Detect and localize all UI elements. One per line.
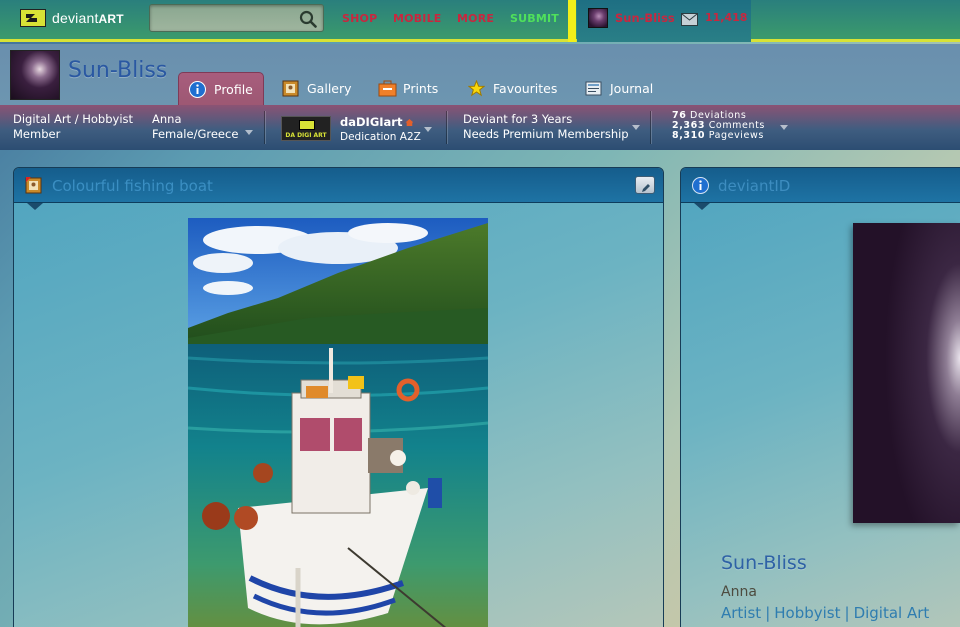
star-icon: [467, 79, 486, 97]
panel-title[interactable]: Colourful fishing boat: [52, 177, 213, 195]
pencil-icon: [640, 179, 651, 198]
panel-header: Colourful fishing boat: [14, 168, 663, 203]
tab-profile[interactable]: Profile: [178, 72, 264, 105]
panel-header: deviantID: [681, 168, 960, 203]
real-name: Anna: [152, 112, 182, 126]
user-name-link[interactable]: Sun-Bliss: [615, 11, 675, 25]
search-icon[interactable]: [299, 10, 317, 32]
deviant-for: Deviant for 3 Years: [463, 112, 573, 126]
tab-favourites[interactable]: Favourites: [458, 72, 567, 105]
personal-info[interactable]: Anna Female/Greece: [152, 112, 238, 142]
tab-label: Prints: [403, 81, 439, 96]
gallery-icon: [282, 80, 299, 97]
nav-shop-link[interactable]: SHOP: [342, 12, 377, 25]
user-mini-avatar[interactable]: [588, 8, 608, 28]
mail-icon[interactable]: [681, 11, 698, 30]
group-name[interactable]: daDIGIart: [340, 115, 402, 129]
topbar-divider: [568, 0, 576, 42]
nav-submit-link[interactable]: SUBMIT: [510, 12, 559, 25]
search-input[interactable]: [150, 5, 295, 31]
search-box: [149, 4, 324, 32]
tag-separator: |: [765, 604, 771, 622]
membership-type: Digital Art / Hobbyist: [13, 112, 134, 126]
panel-pointer: [27, 203, 43, 210]
deviantid-tags: Artist | Hobbyist | Digital Art: [721, 604, 929, 622]
stat-label: Pageviews: [708, 130, 764, 141]
prints-icon: [378, 80, 397, 97]
tab-gallery[interactable]: Gallery: [272, 72, 362, 105]
deviantid-real-name: Anna: [721, 584, 757, 600]
chevron-down-icon[interactable]: [245, 130, 253, 135]
deviation-icon: [25, 176, 43, 198]
tag-separator: |: [844, 604, 850, 622]
profile-info-bar: Digital Art / Hobbyist Member Anna Femal…: [0, 105, 960, 150]
premium-note: Needs Premium Membership: [463, 127, 629, 141]
stat-pageviews: 8,310 Pageviews: [672, 131, 765, 141]
membership-label: Member: [13, 127, 61, 141]
deviant-age-info: Deviant for 3 Years Needs Premium Member…: [463, 112, 629, 142]
user-menu[interactable]: Sun-Bliss 11,418: [577, 0, 751, 42]
journal-icon: [585, 80, 602, 97]
chevron-down-icon[interactable]: [780, 125, 788, 130]
logo-text-suffix: ART: [98, 12, 124, 26]
deviantid-image[interactable]: [853, 223, 960, 523]
message-count[interactable]: 11,418: [705, 11, 747, 24]
logo-text-prefix: deviant: [52, 10, 99, 26]
profile-username[interactable]: Sun-Bliss: [68, 58, 167, 83]
tab-label: Favourites: [493, 81, 558, 96]
group-logo-icon: [299, 120, 315, 130]
info-icon: [189, 80, 206, 98]
profile-avatar[interactable]: [10, 50, 60, 100]
edit-button[interactable]: [635, 176, 655, 194]
info-divider: [446, 111, 447, 144]
info-icon: [692, 177, 709, 198]
stat-value: 8,310: [672, 130, 706, 141]
deviation-image[interactable]: [188, 218, 488, 627]
profile-stats[interactable]: 76 Deviations 2,363 Comments 8,310 Pagev…: [672, 111, 765, 141]
group-info[interactable]: daDIGIart Dedication A2Z: [340, 115, 421, 145]
tab-label: Gallery: [307, 81, 352, 96]
group-badge[interactable]: DA DIGI ART: [281, 116, 331, 141]
group-badge-text: DA DIGI ART: [285, 132, 327, 139]
gender-location: Female/Greece: [152, 127, 239, 141]
info-divider: [264, 111, 265, 144]
panel-title[interactable]: deviantID: [718, 177, 790, 195]
info-divider: [650, 111, 651, 144]
group-role: Dedication A2Z: [340, 131, 421, 143]
nav-mobile-link[interactable]: MOBILE: [393, 12, 442, 25]
chevron-down-icon[interactable]: [424, 127, 432, 132]
tab-prints[interactable]: Prints: [368, 72, 448, 105]
tab-label: Journal: [610, 81, 654, 96]
deviantart-logo-icon[interactable]: [20, 9, 46, 27]
site-logo-text[interactable]: deviantART: [52, 10, 124, 26]
tag-link-digital-art[interactable]: Digital Art: [854, 604, 930, 622]
home-icon: [405, 119, 414, 126]
profile-header: Sun-Bliss Profile Gallery Prints Favouri…: [0, 44, 960, 105]
chevron-down-icon[interactable]: [632, 125, 640, 130]
tag-link-artist[interactable]: Artist: [721, 604, 761, 622]
tab-journal[interactable]: Journal: [575, 72, 663, 105]
nav-more-link[interactable]: MORE: [457, 12, 494, 25]
tag-link-hobbyist[interactable]: Hobbyist: [774, 604, 840, 622]
membership-info: Digital Art / Hobbyist Member: [13, 112, 133, 142]
top-navigation-bar: deviantART SHOP MOBILE MORE SUBMIT Sun-B…: [0, 0, 960, 42]
tab-label: Profile: [214, 81, 253, 97]
panel-pointer: [694, 203, 710, 210]
deviantid-username[interactable]: Sun-Bliss: [721, 552, 807, 574]
